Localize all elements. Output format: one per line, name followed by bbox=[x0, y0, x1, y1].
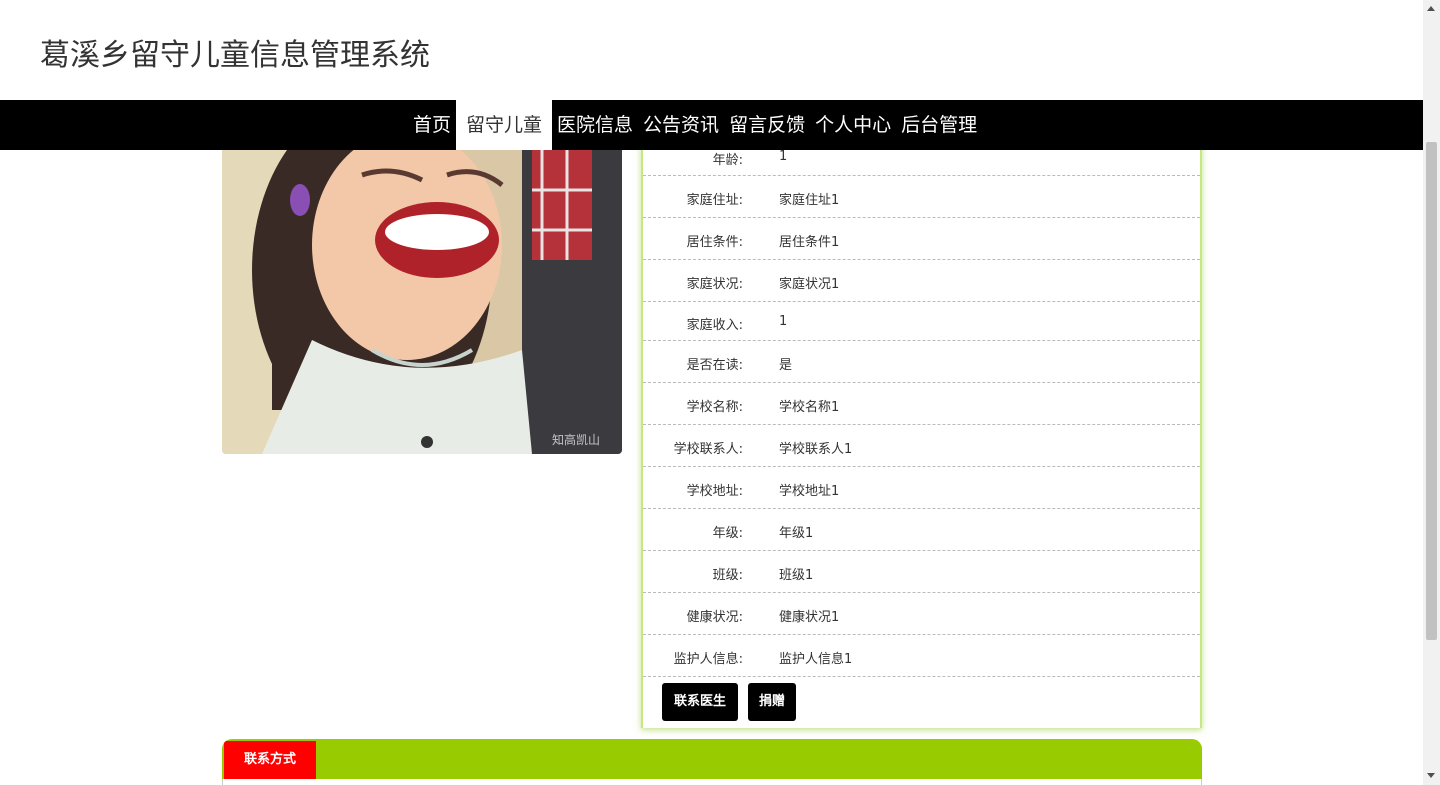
detail-label: 家庭住址: bbox=[686, 193, 743, 208]
scroll-down-arrow-icon[interactable] bbox=[1427, 773, 1435, 778]
detail-value: 家庭住址1 bbox=[779, 193, 840, 208]
detail-value: 年级1 bbox=[779, 526, 814, 541]
detail-value: 是 bbox=[779, 358, 793, 373]
nav-item-personal-center[interactable]: 个人中心 bbox=[810, 100, 896, 150]
contact-doctor-button[interactable]: 联系医生 bbox=[662, 683, 738, 721]
nav-item-feedback[interactable]: 留言反馈 bbox=[724, 100, 810, 150]
detail-label: 年级: bbox=[712, 526, 743, 541]
child-photo: 知高凯山 bbox=[222, 150, 622, 454]
detail-row-in-school: 是否在读: 是 bbox=[643, 341, 1200, 383]
detail-label: 年龄: bbox=[712, 153, 743, 168]
detail-label: 班级: bbox=[712, 568, 743, 583]
detail-row-family-income: 家庭收入: 1 bbox=[643, 302, 1200, 341]
detail-value: 班级1 bbox=[779, 568, 814, 583]
scroll-thumb[interactable] bbox=[1426, 142, 1437, 640]
nav-item-admin[interactable]: 后台管理 bbox=[896, 100, 982, 150]
detail-value: 学校联系人1 bbox=[779, 442, 853, 457]
nav-item-left-behind-children[interactable]: 留守儿童 bbox=[456, 100, 553, 150]
detail-row-class: 班级: 班级1 bbox=[643, 551, 1200, 593]
detail-row-school-name: 学校名称: 学校名称1 bbox=[643, 383, 1200, 425]
detail-label: 健康状况: bbox=[686, 610, 743, 625]
detail-label: 家庭收入: bbox=[686, 318, 743, 333]
main-navbar: 首页 留守儿童 医院信息 公告资讯 留言反馈 个人中心 后台管理 bbox=[0, 100, 1423, 150]
nav-item-announcements[interactable]: 公告资讯 bbox=[638, 100, 724, 150]
photo-watermark: 知高凯山 bbox=[552, 432, 600, 447]
contact-section-header: 联系方式 bbox=[222, 739, 1202, 779]
detail-row-school-contact: 学校联系人: 学校联系人1 bbox=[643, 425, 1200, 467]
nav-item-home[interactable]: 首页 bbox=[408, 100, 456, 150]
nav-menu: 首页 留守儿童 医院信息 公告资讯 留言反馈 个人中心 后台管理 bbox=[408, 100, 982, 150]
detail-value: 居住条件1 bbox=[779, 235, 840, 250]
detail-label: 学校联系人: bbox=[673, 442, 743, 457]
detail-row-school-address: 学校地址: 学校地址1 bbox=[643, 467, 1200, 509]
child-detail-card: 年龄: 1 家庭住址: 家庭住址1 居住条件: 居住条件1 家庭状况: 家庭状况… bbox=[641, 136, 1202, 728]
scroll-up-arrow-icon[interactable] bbox=[1427, 6, 1435, 11]
detail-label: 居住条件: bbox=[686, 235, 743, 250]
nav-item-hospital-info[interactable]: 医院信息 bbox=[552, 100, 638, 150]
detail-value: 监护人信息1 bbox=[779, 652, 853, 667]
detail-value: 1 bbox=[779, 314, 788, 329]
site-title: 葛溪乡留守儿童信息管理系统 bbox=[40, 38, 430, 73]
detail-row-home-address: 家庭住址: 家庭住址1 bbox=[643, 176, 1200, 218]
detail-value: 学校名称1 bbox=[779, 400, 840, 415]
tab-contact-info[interactable]: 联系方式 bbox=[224, 741, 316, 779]
detail-label: 学校名称: bbox=[686, 400, 743, 415]
detail-label: 监护人信息: bbox=[673, 652, 743, 667]
page-scrollbar[interactable] bbox=[1423, 0, 1440, 785]
detail-row-living-conditions: 居住条件: 居住条件1 bbox=[643, 218, 1200, 260]
detail-row-family-status: 家庭状况: 家庭状况1 bbox=[643, 260, 1200, 302]
detail-value: 家庭状况1 bbox=[779, 277, 840, 292]
detail-label: 是否在读: bbox=[686, 358, 743, 373]
contact-section-body bbox=[222, 779, 1202, 785]
detail-label: 学校地址: bbox=[686, 484, 743, 499]
detail-value: 健康状况1 bbox=[779, 610, 840, 625]
detail-value: 1 bbox=[779, 149, 788, 164]
detail-row-health: 健康状况: 健康状况1 bbox=[643, 593, 1200, 635]
donate-button[interactable]: 捐赠 bbox=[748, 683, 796, 721]
detail-label: 家庭状况: bbox=[686, 277, 743, 292]
detail-row-guardian: 监护人信息: 监护人信息1 bbox=[643, 635, 1200, 677]
detail-value: 学校地址1 bbox=[779, 484, 840, 499]
detail-row-grade: 年级: 年级1 bbox=[643, 509, 1200, 551]
